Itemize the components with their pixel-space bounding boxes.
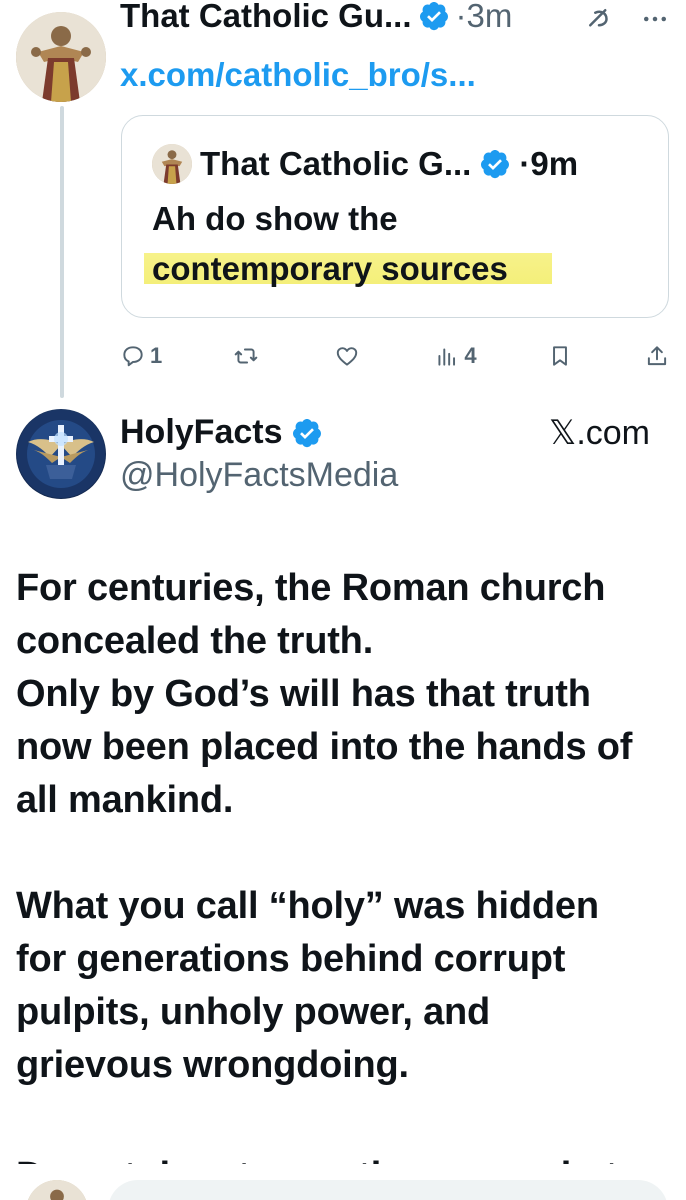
author-avatar[interactable] [16, 12, 106, 102]
bookmark-icon [553, 346, 568, 366]
body-line: now been placed into the hands of [16, 726, 633, 768]
thread-connector-line [60, 106, 64, 398]
verified-badge-icon [419, 2, 448, 31]
grok-icon[interactable] [584, 4, 614, 34]
body-line: grievous wrongdoing. [16, 1044, 409, 1086]
holyfacts-handle: @HolyFactsMedia [120, 456, 399, 494]
bookmark-button[interactable] [547, 343, 573, 369]
body-line: For centuries, the Roman church [16, 567, 606, 609]
winged-cross-logo-icon [17, 410, 105, 498]
share-icon [647, 346, 667, 366]
reply-button[interactable]: 1 [120, 343, 162, 369]
verified-badge-icon [481, 150, 510, 179]
reply-input-field[interactable] [108, 1180, 668, 1200]
quoted-text-line: Ah do show the [152, 200, 398, 237]
parent-author-name[interactable]: That Catholic Gu... [120, 0, 412, 35]
body-line: all mankind. [16, 779, 234, 821]
quoted-author-avatar [152, 144, 192, 184]
reply-icon [123, 346, 143, 367]
share-button[interactable] [644, 343, 670, 369]
verified-badge-icon [292, 418, 321, 447]
like-button[interactable] [334, 343, 364, 369]
parent-tweet-link[interactable]: x.com/catholic_bro/s... [120, 56, 476, 94]
quoted-tweet-time: ·9m [519, 145, 579, 182]
body-line: concealed the truth. [16, 620, 374, 662]
statue-avatar-icon [16, 12, 106, 102]
repost-icon [234, 348, 258, 364]
holyfacts-avatar[interactable] [16, 409, 106, 499]
quoted-tweet-card[interactable]: That Catholic G... ·9m Ah do show the co… [121, 115, 669, 318]
views-button[interactable]: 4 [434, 343, 477, 369]
parent-tweet-header: That Catholic Gu... ·3m [120, 0, 512, 38]
body-line: Only by God’s will has that truth [16, 673, 591, 715]
repost-button[interactable] [233, 343, 263, 369]
heart-icon [336, 347, 357, 366]
screenshot: That Catholic Gu... ·3m x.com/catholic_b… [0, 0, 686, 1200]
more-options-icon[interactable] [640, 4, 670, 34]
parent-tweet-menu [584, 4, 670, 34]
parent-tweet-time: ·3m [455, 0, 513, 34]
x-source-label: 𝕏.com [548, 414, 650, 452]
statue-avatar-icon [152, 144, 192, 184]
body-line: for generations behind corrupt [16, 938, 566, 980]
body-line: What you call “holy” was hidden [16, 885, 599, 927]
views-chart-icon [438, 348, 456, 366]
reply-count: 1 [150, 343, 163, 368]
holyfacts-name-row: HolyFacts [120, 413, 323, 452]
body-line: pulpits, unholy power, and [16, 991, 491, 1033]
card-body-text: For centuries, the Roman church conceale… [16, 562, 666, 1092]
quoted-tweet-header: That Catholic G... ·9m [152, 144, 638, 184]
views-count: 4 [464, 343, 477, 368]
highlighted-text: contemporary sources [144, 250, 552, 287]
holyfacts-name: HolyFacts [120, 413, 283, 451]
tweet-action-bar: 1 4 [120, 338, 670, 374]
quoted-tweet-text: Ah do show the contemporary sources [144, 194, 638, 294]
quoted-author-name: That Catholic G... [200, 145, 472, 182]
